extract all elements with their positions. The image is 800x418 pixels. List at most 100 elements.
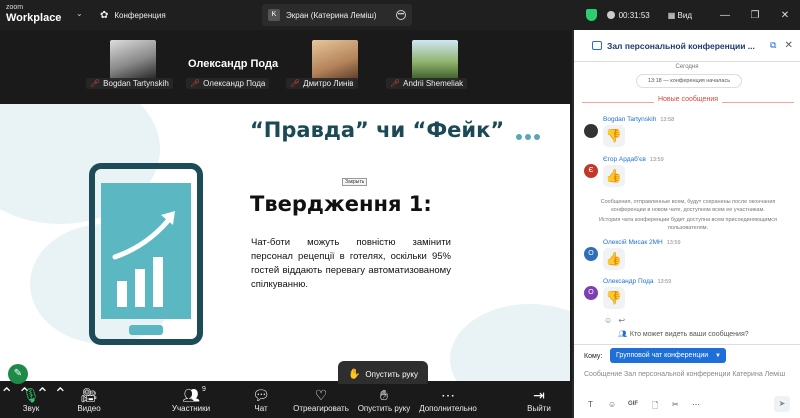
shield-icon[interactable]: [585, 9, 597, 21]
recipient-select[interactable]: Групповой чат конференции ▼: [610, 348, 726, 363]
participant-label: 🎤︎ Дмитро Линів: [286, 78, 358, 89]
leave-button[interactable]: ⇥ Выйти: [526, 386, 552, 413]
tab-meeting-label: Конференция: [114, 10, 166, 20]
chat-title: Зал персональной конференции ...: [607, 40, 755, 51]
lower-hand-label: Опустить руку: [365, 369, 419, 379]
chat-header: Зал персональной конференции ... ⧉ ✕: [574, 30, 800, 62]
minimize-icon[interactable]: —: [710, 10, 740, 21]
sender-name: Олексій Мисак 2МН 13:59: [603, 239, 681, 246]
participant-video-1[interactable]: [110, 40, 156, 80]
participant-label: 🎤︎ Олександр Пода: [186, 78, 270, 89]
sharer-badge: K: [268, 9, 280, 21]
lower-hand-toolbar-button[interactable]: ✋︎ Опустить руку: [356, 386, 412, 413]
brand-bottom: Workplace: [6, 12, 62, 24]
meeting-toolbar: 🎙︎ Звук ⌃ 🎥︎ Видео ⌃ 👥︎ Участники 9 ⌃ 💬︎…: [0, 384, 572, 418]
more-button[interactable]: ⋯ Дополнительно: [418, 386, 478, 413]
heart-icon: ♡: [314, 387, 328, 403]
chevron-down-icon[interactable]: ⌄: [76, 9, 83, 18]
new-messages-label: Новые сообщения: [582, 96, 794, 103]
reply-icon[interactable]: ↩: [618, 316, 625, 325]
camera-icon: 🎥︎: [80, 387, 98, 403]
growth-chart-icon: [112, 211, 175, 307]
more-icon: ⋯: [441, 387, 455, 403]
participant-name: Bogdan Tartynskih: [103, 79, 169, 88]
message-input[interactable]: Сообщение Зал персональной конференции К…: [584, 370, 792, 379]
microphone-icon: 🎙︎: [22, 387, 40, 403]
people-icon: 👥︎: [618, 331, 627, 338]
recipient-label: Кому:: [584, 353, 603, 360]
participant-name: Andrii Shemeliak: [403, 79, 464, 88]
react-label: Отреагировать: [293, 404, 349, 413]
gif-icon[interactable]: GIF: [628, 401, 638, 407]
avatar: Є: [584, 164, 598, 178]
more-icon[interactable]: •••: [396, 10, 406, 20]
format-text-icon[interactable]: T: [588, 400, 593, 409]
exit-icon: ⇥: [533, 387, 545, 403]
thumbs-up-icon: 👍: [603, 165, 625, 187]
slide-title: “Правда” чи “Фейк”: [250, 118, 505, 142]
chat-panel: Зал персональной конференции ... ⧉ ✕ Сег…: [572, 30, 800, 418]
send-button[interactable]: ➤: [774, 396, 790, 412]
phone-home-button: [129, 325, 163, 335]
sender-name: Bogdan Tartynskih 13:58: [603, 116, 675, 123]
popout-icon[interactable]: ⧉: [770, 40, 776, 51]
participant-label: 🎤︎ Bogdan Tartynskih: [86, 78, 173, 89]
sender-name: Єгор Ардаб'єв 13:59: [603, 156, 664, 163]
chat-button[interactable]: 💬︎ Чат: [250, 386, 272, 413]
close-icon[interactable]: ✕: [770, 10, 800, 21]
system-message: Сообщения, отправленные всем, будут сохр…: [600, 199, 776, 213]
emoji-icon[interactable]: ☺: [604, 316, 612, 325]
audio-label: Звук: [22, 404, 40, 413]
meeting-timer: 00:31:53: [618, 10, 650, 20]
divider: [574, 344, 800, 345]
chevron-down-icon: ▼: [715, 352, 721, 359]
grid-icon: ▦: [667, 10, 678, 20]
meeting-started-pill: 13:18 — конференция началась: [636, 74, 742, 88]
participant-name: Дмитро Линів: [303, 79, 354, 88]
participants-count: 9: [202, 386, 206, 393]
privacy-link[interactable]: 👥︎ Кто может видеть ваши сообщения?: [618, 330, 749, 338]
decorative-blob: [450, 304, 570, 381]
title-bar: zoom Workplace ⌄ ✿ Конференция K Экран (…: [0, 0, 800, 30]
mic-muted-icon: 🎤︎: [390, 79, 401, 88]
emoji-icon[interactable]: ☺: [608, 400, 616, 409]
chevron-up-icon[interactable]: ⌃: [54, 386, 67, 403]
tab-meeting[interactable]: ✿ Конференция: [100, 4, 166, 26]
pencil-icon[interactable]: ✎: [8, 364, 28, 384]
close-tooltip: Закрыть: [342, 178, 368, 186]
video-gallery: Олександр Пода 🎤︎ Bogdan Tartynskih 🎤︎ Оле…: [0, 30, 572, 104]
react-button[interactable]: ♡ Отреагировать: [292, 386, 350, 413]
participant-video-4[interactable]: [412, 40, 458, 80]
chat-icon: [592, 41, 602, 50]
video-label: Видео: [77, 404, 101, 413]
hand-icon: ✋︎: [380, 387, 388, 403]
view-button[interactable]: ▦ Вид: [668, 11, 692, 20]
hand-icon: ✋: [347, 368, 361, 380]
chevron-up-icon[interactable]: ⌃: [0, 386, 13, 403]
tab-shared-screen[interactable]: K Экран (Катерина Леміш) •••: [262, 4, 412, 26]
dots-decoration: [516, 134, 540, 140]
recording-icon: [606, 11, 615, 19]
screenshot-icon[interactable]: ✂: [672, 400, 679, 409]
message-actions[interactable]: ☺ ↩: [604, 316, 625, 325]
privacy-label: Кто может видеть ваши сообщения?: [629, 331, 749, 338]
phone-screen: [101, 183, 191, 319]
close-icon[interactable]: ✕: [784, 40, 792, 51]
more-icon[interactable]: ⋯: [692, 400, 700, 409]
more-label: Дополнительно: [419, 404, 477, 413]
slide-body: Чат-боти можуть повністю замінити персон…: [251, 237, 451, 290]
restore-icon[interactable]: ❐: [740, 10, 770, 21]
system-message: История чата конференции будет доступна …: [599, 217, 777, 231]
mic-muted-icon: 🎤︎: [190, 79, 201, 88]
file-icon[interactable]: 🗋: [652, 400, 658, 414]
avatar: О: [584, 286, 598, 300]
mic-muted-icon: 🎤︎: [290, 79, 301, 88]
active-speaker-name: Олександр Пода: [188, 58, 279, 70]
participant-name: Олександр Пода: [203, 79, 266, 88]
phone-chart-illustration: [89, 163, 203, 345]
recipient-value: Групповой чат конференции: [616, 352, 709, 359]
shared-slide: “Правда” чи “Фейк” Закрыть Твердження 1:…: [0, 104, 570, 381]
audio-button[interactable]: 🎙︎ Звук: [18, 386, 44, 413]
participant-video-3[interactable]: [312, 40, 358, 80]
video-button[interactable]: 🎥︎ Видео: [74, 386, 104, 413]
